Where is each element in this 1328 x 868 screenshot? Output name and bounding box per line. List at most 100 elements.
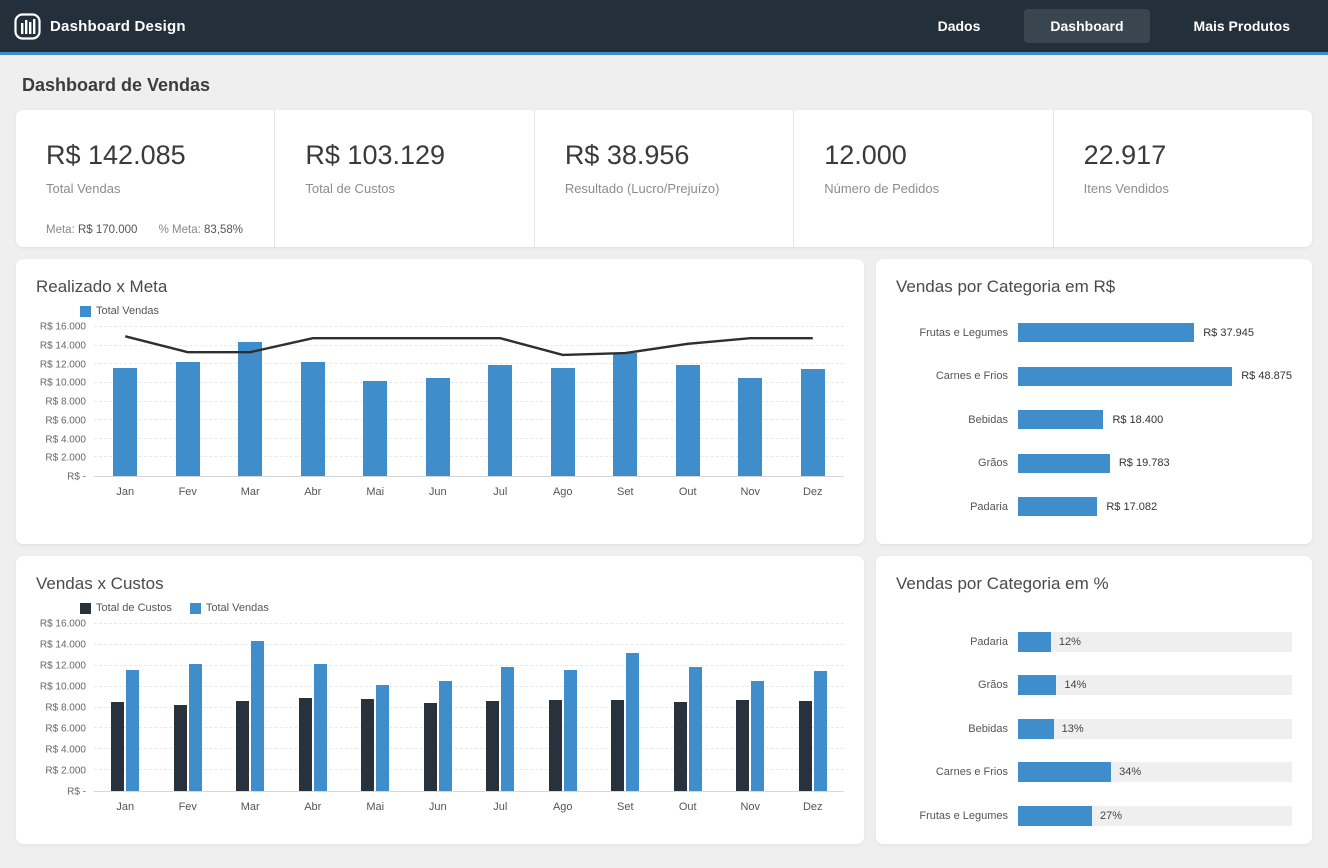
bar bbox=[564, 670, 577, 791]
bar bbox=[1018, 367, 1232, 386]
y-tick-label: R$ 2.000 bbox=[45, 453, 86, 464]
y-tick-label: R$ 16.000 bbox=[40, 619, 86, 630]
legend-label: Total de Custos bbox=[96, 602, 172, 614]
meta-value: R$ 170.000 bbox=[78, 224, 137, 236]
kpi-resultado: R$ 38.956 Resultado (Lucro/Prejuízo) bbox=[534, 110, 793, 247]
dashboard-grid: Realizado x Meta Total Vendas R$ -R$ 2.0… bbox=[0, 247, 1328, 860]
bar bbox=[613, 353, 637, 476]
gridline bbox=[94, 345, 844, 346]
hbar-row: Frutas e LegumesR$ 37.945 bbox=[896, 311, 1292, 355]
chart-plot-area: R$ -R$ 2.000R$ 4.000R$ 6.000R$ 8.000R$ 1… bbox=[36, 624, 844, 792]
bar bbox=[551, 368, 575, 476]
bar bbox=[799, 701, 812, 791]
bar bbox=[301, 362, 325, 476]
y-tick-label: R$ - bbox=[67, 787, 86, 798]
bar bbox=[126, 670, 139, 791]
bar bbox=[1018, 323, 1194, 342]
categoria-pct-chart: Padaria12%Grãos14%Bebidas13%Carnes e Fri… bbox=[896, 620, 1292, 838]
y-tick-label: R$ 12.000 bbox=[40, 661, 86, 672]
bar bbox=[238, 342, 262, 476]
bar-zone: R$ 37.945 bbox=[1018, 323, 1292, 342]
bar-zone: R$ 18.400 bbox=[1018, 410, 1292, 429]
bar bbox=[424, 703, 437, 791]
nav-item-dados[interactable]: Dados bbox=[924, 9, 995, 43]
navbar: Dashboard Design Dados Dashboard Mais Pr… bbox=[0, 0, 1328, 55]
bar-group bbox=[551, 327, 575, 476]
kpi-total-vendas: R$ 142.085 Total Vendas Meta: R$ 170.000… bbox=[16, 110, 274, 247]
bar bbox=[1018, 675, 1056, 695]
bar bbox=[1018, 632, 1051, 652]
legend-swatch bbox=[190, 603, 201, 614]
bar-track: 14% bbox=[1018, 675, 1292, 695]
bar-group bbox=[424, 624, 452, 791]
plot bbox=[94, 624, 844, 792]
category-label: Grãos bbox=[896, 457, 1008, 469]
category-label: Carnes e Frios bbox=[896, 766, 1008, 778]
gridline bbox=[94, 748, 844, 749]
hbar-row: BebidasR$ 18.400 bbox=[896, 398, 1292, 442]
x-tick-label: Dez bbox=[782, 477, 845, 498]
hbar-row: GrãosR$ 19.783 bbox=[896, 442, 1292, 486]
y-tick-label: R$ 14.000 bbox=[40, 640, 86, 651]
bar-group bbox=[361, 624, 389, 791]
x-tick-label: Mai bbox=[344, 792, 407, 813]
bar-group bbox=[238, 327, 262, 476]
bar-group bbox=[174, 624, 202, 791]
legend-item: Total Vendas bbox=[190, 602, 269, 614]
chart-title: Vendas por Categoria em R$ bbox=[896, 277, 1292, 297]
hbar-row: PadariaR$ 17.082 bbox=[896, 485, 1292, 529]
bar-group bbox=[676, 327, 700, 476]
chart-legend: Total Vendas bbox=[80, 305, 844, 317]
bar-track: 12% bbox=[1018, 632, 1292, 652]
pct-meta-value: 83,58% bbox=[204, 224, 243, 236]
legend-label: Total Vendas bbox=[96, 305, 159, 317]
brand[interactable]: Dashboard Design bbox=[14, 13, 186, 40]
x-tick-label: Nov bbox=[719, 792, 782, 813]
bar bbox=[486, 701, 499, 791]
categoria-rs-chart: Frutas e LegumesR$ 37.945Carnes e FriosR… bbox=[896, 311, 1292, 529]
x-tick-label: Jan bbox=[94, 477, 157, 498]
hbar-row: Bebidas13% bbox=[896, 707, 1292, 751]
bar bbox=[814, 671, 827, 791]
bar-group bbox=[236, 624, 264, 791]
bar bbox=[426, 378, 450, 476]
vendas-x-custos-chart-card: Vendas x Custos Total de Custos Total Ve… bbox=[16, 556, 864, 844]
x-tick-label: Jul bbox=[469, 792, 532, 813]
nav-item-mais-produtos[interactable]: Mais Produtos bbox=[1180, 9, 1304, 43]
category-label: Frutas e Legumes bbox=[896, 810, 1008, 822]
x-tick-label: Jun bbox=[407, 477, 470, 498]
bar-group bbox=[549, 624, 577, 791]
bar bbox=[314, 664, 327, 791]
y-tick-label: R$ 14.000 bbox=[40, 340, 86, 351]
bar bbox=[1018, 454, 1110, 473]
bar-group bbox=[363, 327, 387, 476]
bar bbox=[299, 698, 312, 791]
bar bbox=[174, 705, 187, 791]
bar-group bbox=[801, 327, 825, 476]
vendas-categoria-pct-card: Vendas por Categoria em % Padaria12%Grão… bbox=[876, 556, 1312, 844]
gridline bbox=[94, 665, 844, 666]
y-tick-label: R$ 12.000 bbox=[40, 359, 86, 370]
x-tick-label: Jan bbox=[94, 792, 157, 813]
bar-group bbox=[738, 327, 762, 476]
chart-title: Vendas por Categoria em % bbox=[896, 574, 1292, 594]
value-label: 14% bbox=[1064, 679, 1086, 691]
page-title: Dashboard de Vendas bbox=[0, 55, 1328, 110]
chart-title: Vendas x Custos bbox=[36, 574, 844, 594]
bar bbox=[611, 700, 624, 791]
bar bbox=[363, 381, 387, 476]
bar-group bbox=[611, 624, 639, 791]
bar-group bbox=[426, 327, 450, 476]
x-tick-label: Set bbox=[594, 477, 657, 498]
kpi-label: Total Vendas bbox=[46, 181, 264, 196]
bar-track: 34% bbox=[1018, 762, 1292, 782]
y-tick-label: R$ 16.000 bbox=[40, 322, 86, 333]
x-tick-label: Mai bbox=[344, 477, 407, 498]
nav-item-dashboard[interactable]: Dashboard bbox=[1024, 9, 1149, 43]
plot bbox=[94, 327, 844, 477]
bar bbox=[488, 365, 512, 476]
bar bbox=[738, 378, 762, 476]
bar-track: 13% bbox=[1018, 719, 1292, 739]
y-tick-label: R$ 4.000 bbox=[45, 745, 86, 756]
gridline bbox=[94, 456, 844, 457]
